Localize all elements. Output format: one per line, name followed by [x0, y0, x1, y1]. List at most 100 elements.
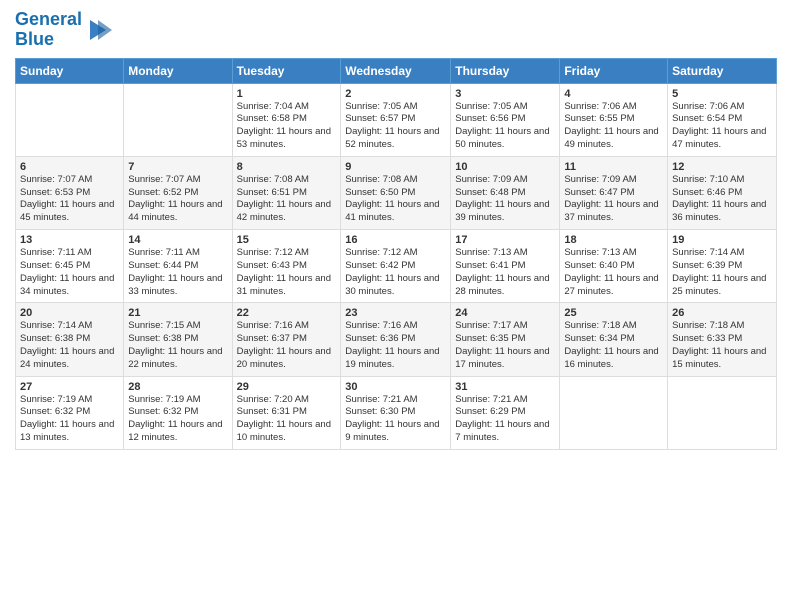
calendar-cell: 29Sunrise: 7:20 AM Sunset: 6:31 PM Dayli…: [232, 376, 341, 449]
day-number: 31: [455, 381, 555, 393]
day-number: 16: [345, 234, 446, 246]
calendar-cell: 28Sunrise: 7:19 AM Sunset: 6:32 PM Dayli…: [124, 376, 232, 449]
day-info: Sunrise: 7:15 AM Sunset: 6:38 PM Dayligh…: [128, 320, 227, 371]
calendar-week-3: 13Sunrise: 7:11 AM Sunset: 6:45 PM Dayli…: [16, 230, 777, 303]
day-info: Sunrise: 7:07 AM Sunset: 6:53 PM Dayligh…: [20, 174, 119, 225]
day-number: 8: [237, 161, 337, 173]
weekday-header-saturday: Saturday: [668, 58, 777, 83]
calendar-cell: 19Sunrise: 7:14 AM Sunset: 6:39 PM Dayli…: [668, 230, 777, 303]
day-info: Sunrise: 7:13 AM Sunset: 6:40 PM Dayligh…: [564, 247, 663, 298]
day-info: Sunrise: 7:16 AM Sunset: 6:36 PM Dayligh…: [345, 320, 446, 371]
calendar-cell: 15Sunrise: 7:12 AM Sunset: 6:43 PM Dayli…: [232, 230, 341, 303]
day-number: 11: [564, 161, 663, 173]
calendar-cell: 17Sunrise: 7:13 AM Sunset: 6:41 PM Dayli…: [451, 230, 560, 303]
day-info: Sunrise: 7:05 AM Sunset: 6:57 PM Dayligh…: [345, 101, 446, 152]
calendar-cell: [124, 83, 232, 156]
day-info: Sunrise: 7:19 AM Sunset: 6:32 PM Dayligh…: [128, 394, 227, 445]
calendar-week-2: 6Sunrise: 7:07 AM Sunset: 6:53 PM Daylig…: [16, 156, 777, 229]
calendar-cell: 1Sunrise: 7:04 AM Sunset: 6:58 PM Daylig…: [232, 83, 341, 156]
day-number: 9: [345, 161, 446, 173]
day-number: 7: [128, 161, 227, 173]
weekday-header-monday: Monday: [124, 58, 232, 83]
calendar-cell: 24Sunrise: 7:17 AM Sunset: 6:35 PM Dayli…: [451, 303, 560, 376]
day-number: 30: [345, 381, 446, 393]
day-info: Sunrise: 7:18 AM Sunset: 6:34 PM Dayligh…: [564, 320, 663, 371]
day-info: Sunrise: 7:21 AM Sunset: 6:29 PM Dayligh…: [455, 394, 555, 445]
day-number: 13: [20, 234, 119, 246]
day-number: 20: [20, 307, 119, 319]
day-info: Sunrise: 7:12 AM Sunset: 6:43 PM Dayligh…: [237, 247, 337, 298]
day-number: 19: [672, 234, 772, 246]
logo-text: General Blue: [15, 10, 82, 50]
calendar-cell: 13Sunrise: 7:11 AM Sunset: 6:45 PM Dayli…: [16, 230, 124, 303]
calendar-cell: 26Sunrise: 7:18 AM Sunset: 6:33 PM Dayli…: [668, 303, 777, 376]
day-number: 2: [345, 88, 446, 100]
day-info: Sunrise: 7:20 AM Sunset: 6:31 PM Dayligh…: [237, 394, 337, 445]
calendar-cell: 11Sunrise: 7:09 AM Sunset: 6:47 PM Dayli…: [560, 156, 668, 229]
day-info: Sunrise: 7:21 AM Sunset: 6:30 PM Dayligh…: [345, 394, 446, 445]
calendar-cell: 20Sunrise: 7:14 AM Sunset: 6:38 PM Dayli…: [16, 303, 124, 376]
day-number: 4: [564, 88, 663, 100]
day-number: 26: [672, 307, 772, 319]
day-number: 5: [672, 88, 772, 100]
day-info: Sunrise: 7:11 AM Sunset: 6:44 PM Dayligh…: [128, 247, 227, 298]
day-info: Sunrise: 7:11 AM Sunset: 6:45 PM Dayligh…: [20, 247, 119, 298]
day-number: 28: [128, 381, 227, 393]
logo: General Blue: [15, 10, 112, 50]
calendar-cell: 30Sunrise: 7:21 AM Sunset: 6:30 PM Dayli…: [341, 376, 451, 449]
day-number: 15: [237, 234, 337, 246]
calendar-week-4: 20Sunrise: 7:14 AM Sunset: 6:38 PM Dayli…: [16, 303, 777, 376]
header: General Blue: [15, 10, 777, 50]
logo-blue: Blue: [15, 29, 54, 49]
calendar-cell: 14Sunrise: 7:11 AM Sunset: 6:44 PM Dayli…: [124, 230, 232, 303]
calendar-cell: 16Sunrise: 7:12 AM Sunset: 6:42 PM Dayli…: [341, 230, 451, 303]
day-number: 3: [455, 88, 555, 100]
day-number: 14: [128, 234, 227, 246]
calendar-cell: 3Sunrise: 7:05 AM Sunset: 6:56 PM Daylig…: [451, 83, 560, 156]
day-info: Sunrise: 7:18 AM Sunset: 6:33 PM Dayligh…: [672, 320, 772, 371]
day-number: 29: [237, 381, 337, 393]
day-info: Sunrise: 7:06 AM Sunset: 6:55 PM Dayligh…: [564, 101, 663, 152]
logo-general: General: [15, 9, 82, 29]
day-number: 18: [564, 234, 663, 246]
day-info: Sunrise: 7:05 AM Sunset: 6:56 PM Dayligh…: [455, 101, 555, 152]
weekday-header-wednesday: Wednesday: [341, 58, 451, 83]
weekday-header-sunday: Sunday: [16, 58, 124, 83]
weekday-header-thursday: Thursday: [451, 58, 560, 83]
day-info: Sunrise: 7:06 AM Sunset: 6:54 PM Dayligh…: [672, 101, 772, 152]
calendar-cell: 23Sunrise: 7:16 AM Sunset: 6:36 PM Dayli…: [341, 303, 451, 376]
day-info: Sunrise: 7:14 AM Sunset: 6:39 PM Dayligh…: [672, 247, 772, 298]
calendar-cell: [16, 83, 124, 156]
day-number: 21: [128, 307, 227, 319]
day-number: 10: [455, 161, 555, 173]
day-number: 24: [455, 307, 555, 319]
calendar-cell: [668, 376, 777, 449]
calendar-cell: 6Sunrise: 7:07 AM Sunset: 6:53 PM Daylig…: [16, 156, 124, 229]
weekday-header-friday: Friday: [560, 58, 668, 83]
day-info: Sunrise: 7:19 AM Sunset: 6:32 PM Dayligh…: [20, 394, 119, 445]
calendar-cell: 31Sunrise: 7:21 AM Sunset: 6:29 PM Dayli…: [451, 376, 560, 449]
day-info: Sunrise: 7:12 AM Sunset: 6:42 PM Dayligh…: [345, 247, 446, 298]
calendar-header-row: SundayMondayTuesdayWednesdayThursdayFrid…: [16, 58, 777, 83]
day-info: Sunrise: 7:08 AM Sunset: 6:51 PM Dayligh…: [237, 174, 337, 225]
calendar-table: SundayMondayTuesdayWednesdayThursdayFrid…: [15, 58, 777, 450]
weekday-header-tuesday: Tuesday: [232, 58, 341, 83]
day-number: 1: [237, 88, 337, 100]
calendar-cell: 5Sunrise: 7:06 AM Sunset: 6:54 PM Daylig…: [668, 83, 777, 156]
day-info: Sunrise: 7:04 AM Sunset: 6:58 PM Dayligh…: [237, 101, 337, 152]
day-info: Sunrise: 7:09 AM Sunset: 6:47 PM Dayligh…: [564, 174, 663, 225]
calendar-cell: 22Sunrise: 7:16 AM Sunset: 6:37 PM Dayli…: [232, 303, 341, 376]
calendar-cell: 8Sunrise: 7:08 AM Sunset: 6:51 PM Daylig…: [232, 156, 341, 229]
day-number: 17: [455, 234, 555, 246]
calendar-cell: [560, 376, 668, 449]
day-info: Sunrise: 7:16 AM Sunset: 6:37 PM Dayligh…: [237, 320, 337, 371]
calendar-cell: 7Sunrise: 7:07 AM Sunset: 6:52 PM Daylig…: [124, 156, 232, 229]
calendar-cell: 21Sunrise: 7:15 AM Sunset: 6:38 PM Dayli…: [124, 303, 232, 376]
day-info: Sunrise: 7:09 AM Sunset: 6:48 PM Dayligh…: [455, 174, 555, 225]
day-info: Sunrise: 7:08 AM Sunset: 6:50 PM Dayligh…: [345, 174, 446, 225]
day-info: Sunrise: 7:10 AM Sunset: 6:46 PM Dayligh…: [672, 174, 772, 225]
calendar-cell: 27Sunrise: 7:19 AM Sunset: 6:32 PM Dayli…: [16, 376, 124, 449]
calendar-cell: 2Sunrise: 7:05 AM Sunset: 6:57 PM Daylig…: [341, 83, 451, 156]
day-info: Sunrise: 7:13 AM Sunset: 6:41 PM Dayligh…: [455, 247, 555, 298]
calendar-cell: 12Sunrise: 7:10 AM Sunset: 6:46 PM Dayli…: [668, 156, 777, 229]
